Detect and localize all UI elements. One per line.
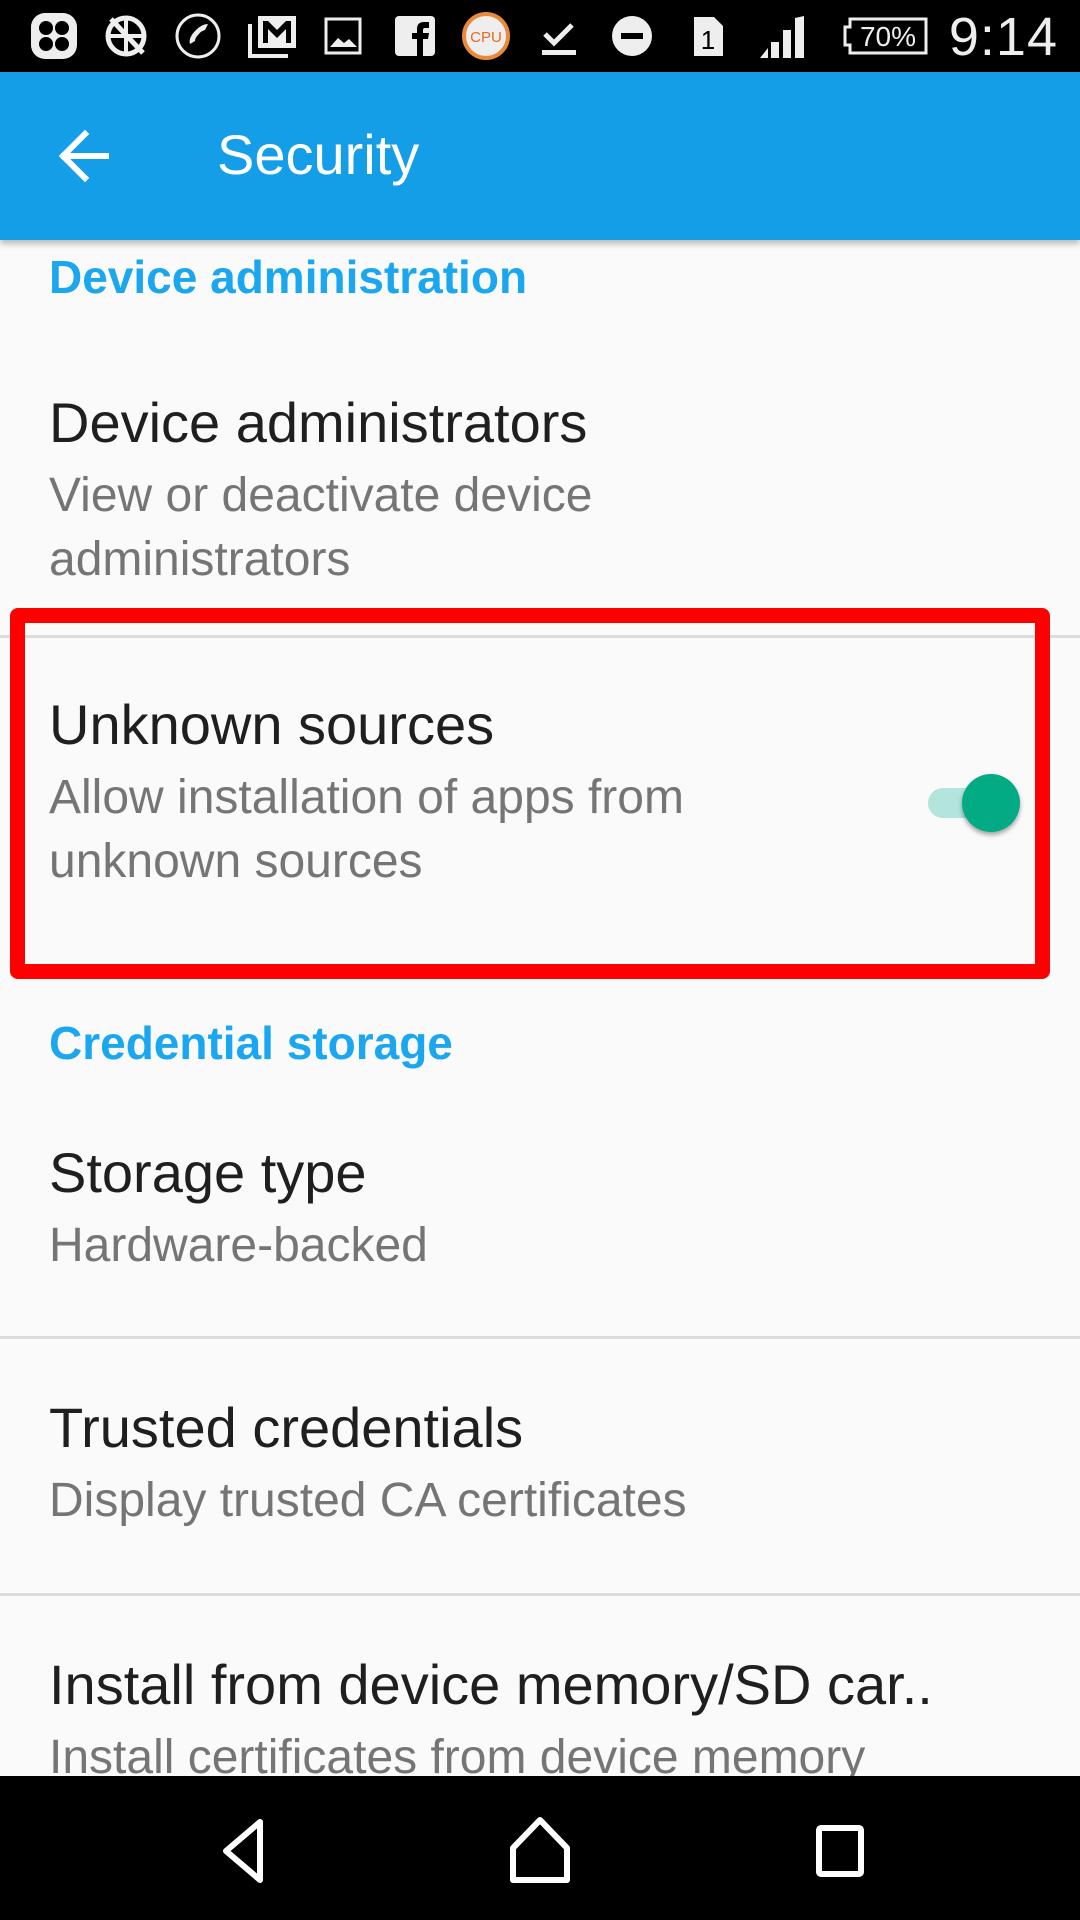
nav-home-icon [510,1817,570,1883]
nav-back-icon [223,1819,263,1883]
pref-summary: Display trusted CA certificates [49,1474,687,1527]
pref-summary: Install certificates from device memory [49,1731,866,1776]
pref-summary-line-2: unknown sources [49,835,423,888]
pref-summary: Hardware-backed [49,1219,428,1272]
back-button[interactable] [40,116,130,196]
pref-title: Device administrators [49,391,588,454]
category-credential-storage: Credential storage [49,1017,453,1069]
unknown-sources-toggle[interactable] [924,771,1020,835]
app-toolbar: Security [0,72,1080,240]
pref-title: Unknown sources [49,693,495,756]
image-icon [318,12,368,60]
toggle-thumb [962,774,1020,832]
pref-summary-line-1: View or deactivate device [49,469,593,522]
svg-text:70%: 70% [860,21,916,52]
nav-home-button[interactable] [495,1806,585,1896]
no-network-globe-icon [98,12,154,60]
pref-install-from-storage[interactable]: Install from device memory/SD car.. Inst… [0,1596,1080,1776]
settings-list[interactable]: Device administration Device administrat… [0,240,1080,1776]
do-not-disturb-icon [608,12,656,60]
nav-recents-icon [816,1825,864,1877]
pref-title: Storage type [49,1141,367,1204]
pref-storage-type[interactable]: Storage type Hardware-backed [0,1100,1080,1336]
cpu-monitor-icon: CPU [458,12,514,60]
arrow-left-icon [58,129,109,183]
facebook-icon [390,12,440,60]
pref-device-administrators[interactable]: Device administrators View or deactivate… [0,330,1080,636]
page-title: Security [217,123,420,186]
pref-summary-line-2: administrators [49,533,351,586]
pref-title: Install from device memory/SD car.. [49,1653,933,1716]
clock: 9:14 [948,7,1058,67]
nav-recents-button[interactable] [795,1806,885,1896]
nav-back-button[interactable] [196,1806,286,1896]
pref-trusted-credentials[interactable]: Trusted credentials Display trusted CA c… [0,1339,1080,1593]
svg-text:1: 1 [701,25,715,55]
pref-summary-line-1: Allow installation of apps from [49,771,684,824]
download-done-icon [536,12,582,60]
pref-title: Trusted credentials [49,1396,524,1459]
category-device-administration: Device administration [49,251,528,303]
status-bar: CPU 1 70% 9:14 [0,0,1080,72]
clover-app-icon [26,12,82,60]
sim-1-icon: 1 [686,12,730,60]
svg-text:CPU: CPU [470,29,502,46]
gmail-icon [244,12,302,60]
battery-icon: 70% [842,12,928,60]
phone-call-icon [170,12,226,60]
signal-icon [756,12,810,60]
navigation-bar [0,1776,1080,1920]
